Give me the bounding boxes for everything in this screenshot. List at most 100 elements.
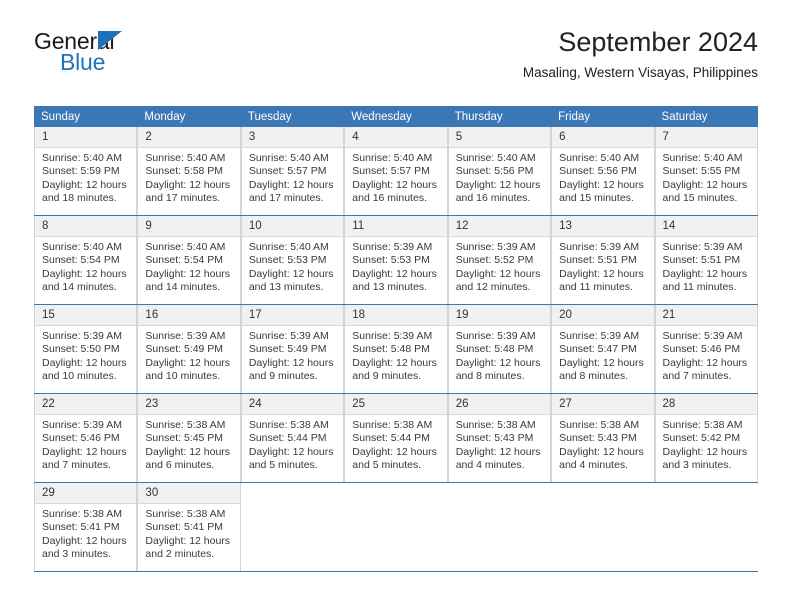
- calendar-day-cell[interactable]: 16 Sunrise: 5:39 AM Sunset: 5:49 PM Dayl…: [137, 304, 241, 394]
- calendar-day-cell[interactable]: 20 Sunrise: 5:39 AM Sunset: 5:47 PM Dayl…: [551, 304, 655, 394]
- calendar-day-cell[interactable]: 24 Sunrise: 5:38 AM Sunset: 5:44 PM Dayl…: [240, 393, 345, 483]
- calendar-day-cell[interactable]: 12 Sunrise: 5:39 AM Sunset: 5:52 PM Dayl…: [447, 215, 552, 305]
- sunset-text: Sunset: 5:51 PM: [559, 254, 637, 267]
- sunset-text: Sunset: 5:44 PM: [352, 432, 430, 445]
- daylight-text-line1: Daylight: 12 hours: [662, 267, 748, 280]
- sunset-text: Sunset: 5:58 PM: [145, 165, 224, 178]
- weekday-header-sunday: Sunday: [34, 106, 138, 127]
- sunset-text: Sunset: 5:41 PM: [42, 521, 120, 534]
- day-number: 20: [552, 305, 654, 326]
- calendar-day-cell[interactable]: 4 Sunrise: 5:40 AM Sunset: 5:57 PM Dayli…: [344, 127, 448, 216]
- day-details: Sunrise: 5:39 AM Sunset: 5:47 PM Dayligh…: [552, 326, 653, 384]
- calendar-grid: Sunday Monday Tuesday Wednesday Thursday…: [34, 106, 758, 572]
- sunrise-text: Sunrise: 5:38 AM: [662, 419, 743, 431]
- daylight-text-line1: Daylight: 12 hours: [145, 534, 231, 547]
- daylight-text-line2: and 4 minutes.: [455, 459, 525, 472]
- sunrise-text: Sunrise: 5:40 AM: [248, 241, 329, 253]
- calendar-day-cell[interactable]: 15 Sunrise: 5:39 AM Sunset: 5:50 PM Dayl…: [34, 304, 138, 394]
- day-number: 5: [448, 127, 551, 148]
- day-details: Sunrise: 5:39 AM Sunset: 5:51 PM Dayligh…: [552, 237, 653, 295]
- calendar-day-cell[interactable]: 22 Sunrise: 5:39 AM Sunset: 5:46 PM Dayl…: [34, 393, 138, 483]
- calendar-day-cell[interactable]: 27 Sunrise: 5:38 AM Sunset: 5:43 PM Dayl…: [551, 393, 655, 483]
- sunrise-text: Sunrise: 5:39 AM: [662, 241, 743, 253]
- day-number: 1: [35, 127, 137, 148]
- day-details: Sunrise: 5:39 AM Sunset: 5:49 PM Dayligh…: [242, 326, 343, 384]
- daylight-text-line1: Daylight: 12 hours: [559, 178, 644, 191]
- sunset-text: Sunset: 5:55 PM: [662, 165, 741, 178]
- weekday-header-saturday: Saturday: [654, 106, 758, 127]
- day-number: 23: [138, 394, 240, 415]
- sunrise-text: Sunrise: 5:40 AM: [248, 152, 329, 164]
- calendar-day-cell-empty: [551, 482, 655, 572]
- calendar-day-cell[interactable]: 29 Sunrise: 5:38 AM Sunset: 5:41 PM Dayl…: [34, 482, 138, 572]
- day-details: Sunrise: 5:39 AM Sunset: 5:49 PM Dayligh…: [138, 326, 239, 384]
- calendar-day-cell[interactable]: 7 Sunrise: 5:40 AM Sunset: 5:55 PM Dayli…: [654, 127, 758, 216]
- calendar-day-cell[interactable]: 13 Sunrise: 5:39 AM Sunset: 5:51 PM Dayl…: [551, 215, 655, 305]
- daylight-text-line2: and 12 minutes.: [455, 281, 531, 294]
- calendar-day-cell[interactable]: 28 Sunrise: 5:38 AM Sunset: 5:42 PM Dayl…: [654, 393, 758, 483]
- daylight-text-line1: Daylight: 12 hours: [559, 267, 644, 280]
- sunset-text: Sunset: 5:57 PM: [248, 165, 327, 178]
- sunset-text: Sunset: 5:53 PM: [248, 254, 327, 267]
- sunrise-text: Sunrise: 5:40 AM: [559, 152, 640, 164]
- daylight-text-line1: Daylight: 12 hours: [455, 445, 541, 458]
- sunrise-text: Sunrise: 5:39 AM: [455, 330, 536, 342]
- calendar-day-cell[interactable]: 19 Sunrise: 5:39 AM Sunset: 5:48 PM Dayl…: [447, 304, 552, 394]
- sunset-text: Sunset: 5:54 PM: [42, 254, 120, 267]
- day-details: Sunrise: 5:39 AM Sunset: 5:50 PM Dayligh…: [35, 326, 136, 384]
- daylight-text-line1: Daylight: 12 hours: [352, 445, 437, 458]
- sunrise-text: Sunrise: 5:39 AM: [145, 330, 226, 342]
- calendar-day-cell[interactable]: 26 Sunrise: 5:38 AM Sunset: 5:43 PM Dayl…: [447, 393, 552, 483]
- sunset-text: Sunset: 5:46 PM: [42, 432, 120, 445]
- calendar-day-cell[interactable]: 9 Sunrise: 5:40 AM Sunset: 5:54 PM Dayli…: [137, 215, 241, 305]
- calendar-day-cell-empty: [654, 482, 758, 572]
- day-details: Sunrise: 5:40 AM Sunset: 5:54 PM Dayligh…: [138, 237, 239, 295]
- day-details: Sunrise: 5:40 AM Sunset: 5:54 PM Dayligh…: [35, 237, 136, 295]
- calendar-day-cell[interactable]: 5 Sunrise: 5:40 AM Sunset: 5:56 PM Dayli…: [447, 127, 552, 216]
- day-number: 2: [138, 127, 240, 148]
- calendar-day-cell[interactable]: 3 Sunrise: 5:40 AM Sunset: 5:57 PM Dayli…: [240, 127, 345, 216]
- day-number: 21: [655, 305, 757, 326]
- day-number: 7: [655, 127, 757, 148]
- day-number: 11: [345, 216, 447, 237]
- daylight-text-line2: and 15 minutes.: [559, 192, 634, 205]
- calendar-day-cell[interactable]: 18 Sunrise: 5:39 AM Sunset: 5:48 PM Dayl…: [344, 304, 448, 394]
- daylight-text-line2: and 3 minutes.: [662, 459, 732, 472]
- sunrise-text: Sunrise: 5:39 AM: [248, 330, 329, 342]
- day-details: Sunrise: 5:38 AM Sunset: 5:41 PM Dayligh…: [138, 504, 239, 562]
- calendar-day-cell[interactable]: 10 Sunrise: 5:40 AM Sunset: 5:53 PM Dayl…: [240, 215, 345, 305]
- daylight-text-line2: and 16 minutes.: [352, 192, 427, 205]
- daylight-text-line2: and 8 minutes.: [455, 370, 525, 383]
- calendar-day-cell[interactable]: 6 Sunrise: 5:40 AM Sunset: 5:56 PM Dayli…: [551, 127, 655, 216]
- sunset-text: Sunset: 5:43 PM: [559, 432, 637, 445]
- sunset-text: Sunset: 5:43 PM: [455, 432, 534, 445]
- calendar-day-cell[interactable]: 17 Sunrise: 5:39 AM Sunset: 5:49 PM Dayl…: [240, 304, 345, 394]
- calendar-day-cell[interactable]: 8 Sunrise: 5:40 AM Sunset: 5:54 PM Dayli…: [34, 215, 138, 305]
- day-details: Sunrise: 5:38 AM Sunset: 5:44 PM Dayligh…: [242, 415, 343, 473]
- calendar-day-cell[interactable]: 14 Sunrise: 5:39 AM Sunset: 5:51 PM Dayl…: [654, 215, 758, 305]
- page-header: General Blue September 2024 Masaling, We…: [34, 26, 758, 96]
- calendar-day-cell-empty: [447, 482, 552, 572]
- calendar-day-cell[interactable]: 30 Sunrise: 5:38 AM Sunset: 5:41 PM Dayl…: [137, 482, 241, 572]
- calendar-day-cell[interactable]: 2 Sunrise: 5:40 AM Sunset: 5:58 PM Dayli…: [137, 127, 241, 216]
- sunrise-text: Sunrise: 5:38 AM: [559, 419, 640, 431]
- sunrise-text: Sunrise: 5:39 AM: [352, 241, 433, 253]
- daylight-text-line1: Daylight: 12 hours: [248, 445, 334, 458]
- sunset-text: Sunset: 5:53 PM: [352, 254, 430, 267]
- sunrise-text: Sunrise: 5:38 AM: [455, 419, 536, 431]
- calendar-day-cell[interactable]: 1 Sunrise: 5:40 AM Sunset: 5:59 PM Dayli…: [34, 127, 138, 216]
- calendar-day-cell[interactable]: 23 Sunrise: 5:38 AM Sunset: 5:45 PM Dayl…: [137, 393, 241, 483]
- daylight-text-line1: Daylight: 12 hours: [662, 445, 748, 458]
- calendar-day-cell[interactable]: 21 Sunrise: 5:39 AM Sunset: 5:46 PM Dayl…: [654, 304, 758, 394]
- daylight-text-line2: and 9 minutes.: [352, 370, 422, 383]
- sunrise-text: Sunrise: 5:40 AM: [145, 241, 226, 253]
- calendar-day-cell[interactable]: 25 Sunrise: 5:38 AM Sunset: 5:44 PM Dayl…: [344, 393, 448, 483]
- daylight-text-line2: and 17 minutes.: [145, 192, 221, 205]
- day-number: 6: [552, 127, 654, 148]
- day-number: 14: [655, 216, 757, 237]
- daylight-text-line2: and 11 minutes.: [559, 281, 634, 294]
- calendar-body: 1 Sunrise: 5:40 AM Sunset: 5:59 PM Dayli…: [34, 127, 758, 572]
- sunset-text: Sunset: 5:49 PM: [145, 343, 224, 356]
- daylight-text-line1: Daylight: 12 hours: [42, 356, 127, 369]
- calendar-day-cell[interactable]: 11 Sunrise: 5:39 AM Sunset: 5:53 PM Dayl…: [344, 215, 448, 305]
